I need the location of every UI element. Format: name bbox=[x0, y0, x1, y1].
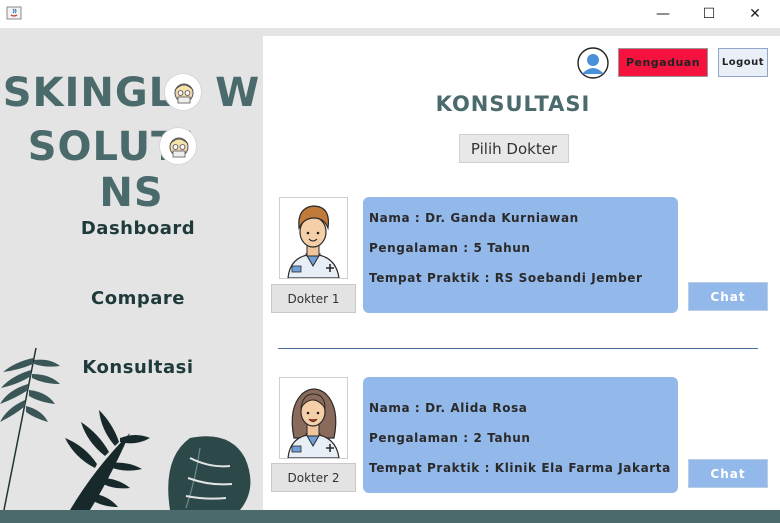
minimize-button[interactable]: — bbox=[640, 0, 686, 28]
brand-line-1: SKINGL W bbox=[0, 70, 263, 116]
doctor-2-name: Nama : Dr. Alida Rosa bbox=[369, 401, 528, 415]
doctor-1-name: Nama : Dr. Ganda Kurniawan bbox=[369, 211, 579, 225]
close-button[interactable]: ✕ bbox=[732, 0, 778, 28]
window-title-bar: — ☐ ✕ bbox=[0, 0, 780, 28]
nav-dashboard[interactable]: Dashboard bbox=[0, 218, 263, 239]
doctor-2-photo bbox=[279, 377, 348, 459]
sidebar: SKINGL W SOLUTINS Dashboard Compare Konsu… bbox=[0, 28, 263, 510]
logo-face-icon bbox=[164, 73, 202, 111]
male-doctor-icon bbox=[287, 205, 340, 279]
bottom-bar bbox=[0, 510, 780, 523]
maximize-button[interactable]: ☐ bbox=[686, 0, 732, 28]
doctor-1-experience: Pengalaman : 5 Tahun bbox=[369, 241, 531, 255]
doctor-2-practice: Tempat Praktik : Klinik Ela Farma Jakart… bbox=[369, 461, 671, 475]
doctor-2-chat-button[interactable]: Chat bbox=[688, 459, 768, 488]
doctor-divider bbox=[278, 348, 758, 349]
nav-compare[interactable]: Compare bbox=[0, 288, 263, 309]
doctor-1-chat-button[interactable]: Chat bbox=[688, 282, 768, 311]
doctor-2-experience: Pengalaman : 2 Tahun bbox=[369, 431, 531, 445]
doctor-1-photo bbox=[279, 197, 348, 279]
brand-text-1a: SKINGL bbox=[2, 70, 176, 116]
logout-button[interactable]: Logout bbox=[718, 48, 768, 77]
page-title: KONSULTASI bbox=[435, 92, 591, 116]
pick-doctor-button[interactable]: Pilih Dokter bbox=[459, 134, 569, 163]
close-icon: ✕ bbox=[749, 6, 761, 22]
brand-line-2: SOLUTINS bbox=[0, 124, 263, 216]
female-doctor-icon bbox=[287, 388, 340, 459]
user-avatar-icon[interactable] bbox=[577, 47, 609, 79]
doctor-2-info-card: Nama : Dr. Alida Rosa Pengalaman : 2 Tah… bbox=[363, 377, 678, 493]
brand-text-1b: W bbox=[215, 70, 261, 116]
java-app-icon bbox=[6, 5, 22, 21]
minimize-icon: — bbox=[656, 6, 670, 22]
logo-face-icon-2 bbox=[159, 127, 197, 165]
doctor-2-label: Dokter 2 bbox=[271, 463, 356, 492]
maximize-icon: ☐ bbox=[702, 6, 716, 22]
doctor-1-info-card: Nama : Dr. Ganda Kurniawan Pengalaman : … bbox=[363, 197, 678, 313]
decorative-leaves bbox=[0, 347, 251, 510]
doctor-1-label: Dokter 1 bbox=[271, 284, 356, 313]
brand-text-2b: NS bbox=[99, 170, 164, 216]
complaint-button[interactable]: Pengaduan bbox=[618, 48, 708, 77]
doctor-1-practice: Tempat Praktik : RS Soebandi Jember bbox=[369, 271, 643, 285]
